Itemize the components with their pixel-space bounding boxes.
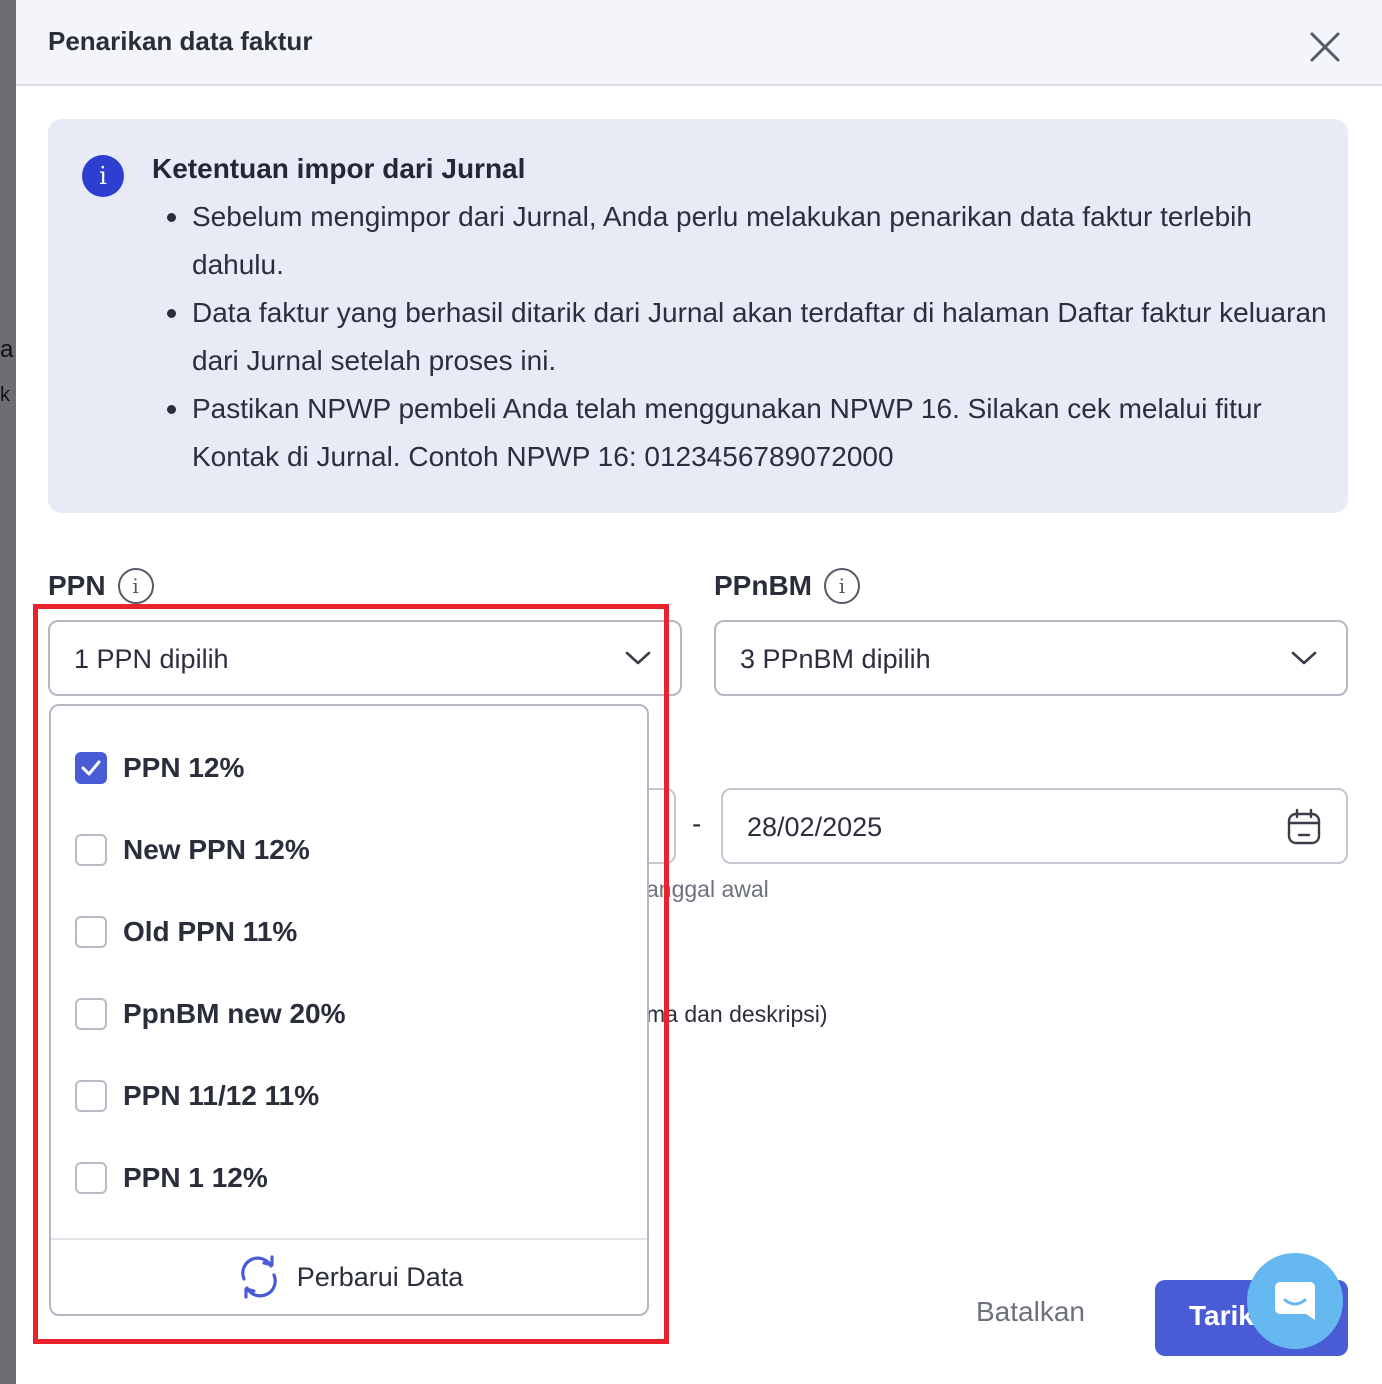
chat-widget-button[interactable]: [1247, 1253, 1343, 1349]
ppn-option[interactable]: PPN 11/12 11%: [75, 1071, 319, 1121]
ppnbm-label: PPnBM i: [714, 568, 860, 604]
refresh-icon: [240, 1255, 277, 1299]
info-circle-icon[interactable]: i: [117, 568, 154, 604]
ppn-option-label: Old PPN 11%: [123, 916, 298, 947]
end-date-input[interactable]: 28/02/2025: [721, 788, 1348, 864]
partial-description-text: ma dan deskripsi): [646, 1001, 828, 1027]
close-button[interactable]: [1304, 26, 1348, 70]
import-modal: Penarikan data faktur i Ketentuan impor …: [16, 0, 1382, 1380]
chat-icon: [1275, 1282, 1315, 1320]
ppn-label-text: PPN: [48, 570, 106, 601]
info-box: i Ketentuan impor dari Jurnal Sebelum me…: [48, 119, 1348, 513]
ppn-label: PPN i: [48, 568, 154, 604]
chevron-down-icon: [625, 651, 651, 665]
cancel-button[interactable]: Batalkan: [976, 1296, 1085, 1328]
checkbox-checked[interactable]: [75, 752, 107, 784]
backdrop-partial-text: a: [0, 336, 14, 363]
ppn-option-label: PPN 11/12 11%: [123, 1080, 320, 1111]
ppn-option[interactable]: PPN 1 12%: [75, 1153, 268, 1203]
ppn-dropdown: PPN 12% New PPN 12% Old PPN 11% PpnBM ne…: [49, 704, 649, 1316]
ppn-option[interactable]: PpnBM new 20%: [75, 989, 345, 1039]
checkbox[interactable]: [75, 1080, 107, 1112]
info-icon: i: [82, 155, 124, 197]
ppn-select-value: 1 PPN dipilih: [74, 644, 229, 674]
ppn-option-label: New PPN 12%: [123, 834, 310, 865]
refresh-data-label: Perbarui Data: [296, 1261, 464, 1292]
modal-header: Penarikan data faktur: [16, 0, 1382, 86]
ppn-option-label: PpnBM new 20%: [123, 998, 346, 1029]
ppnbm-select[interactable]: 3 PPnBM dipilih: [714, 620, 1348, 696]
backdrop: a k: [0, 0, 16, 1384]
info-title: Ketentuan impor dari Jurnal: [152, 153, 526, 184]
date-separator: -: [692, 808, 702, 839]
ppnbm-label-text: PPnBM: [714, 570, 812, 601]
ppn-option-label: PPN 12%: [123, 752, 245, 783]
ppn-option-label: PPN 1 12%: [123, 1162, 268, 1193]
info-list: Sebelum mengimpor dari Jurnal, Anda perl…: [167, 193, 1332, 481]
end-date-value: 28/02/2025: [747, 812, 883, 842]
backdrop-partial-text: k: [0, 384, 10, 406]
info-list-item: Data faktur yang berhasil ditarik dari J…: [167, 289, 1332, 385]
ppn-select[interactable]: 1 PPN dipilih: [48, 620, 682, 696]
chevron-down-icon: [1291, 651, 1317, 665]
checkbox[interactable]: [75, 834, 107, 866]
ppn-option[interactable]: New PPN 12%: [75, 825, 310, 875]
calendar-icon[interactable]: [1286, 808, 1322, 846]
info-list-item: Pastikan NPWP pembeli Anda telah menggun…: [167, 385, 1332, 481]
check-icon: [81, 760, 101, 776]
ppnbm-select-value: 3 PPnBM dipilih: [740, 644, 931, 674]
date-hint: anggal awal: [646, 876, 769, 902]
modal-title: Penarikan data faktur: [48, 26, 313, 56]
checkbox[interactable]: [75, 916, 107, 948]
ppn-option[interactable]: Old PPN 11%: [75, 907, 297, 957]
info-circle-icon[interactable]: i: [824, 568, 860, 604]
info-list-item: Sebelum mengimpor dari Jurnal, Anda perl…: [167, 193, 1332, 289]
close-icon: [1310, 32, 1340, 62]
checkbox[interactable]: [75, 998, 107, 1030]
checkbox[interactable]: [75, 1162, 107, 1194]
refresh-data-button[interactable]: Perbarui Data: [51, 1238, 647, 1314]
ppn-option[interactable]: PPN 12%: [75, 743, 244, 793]
